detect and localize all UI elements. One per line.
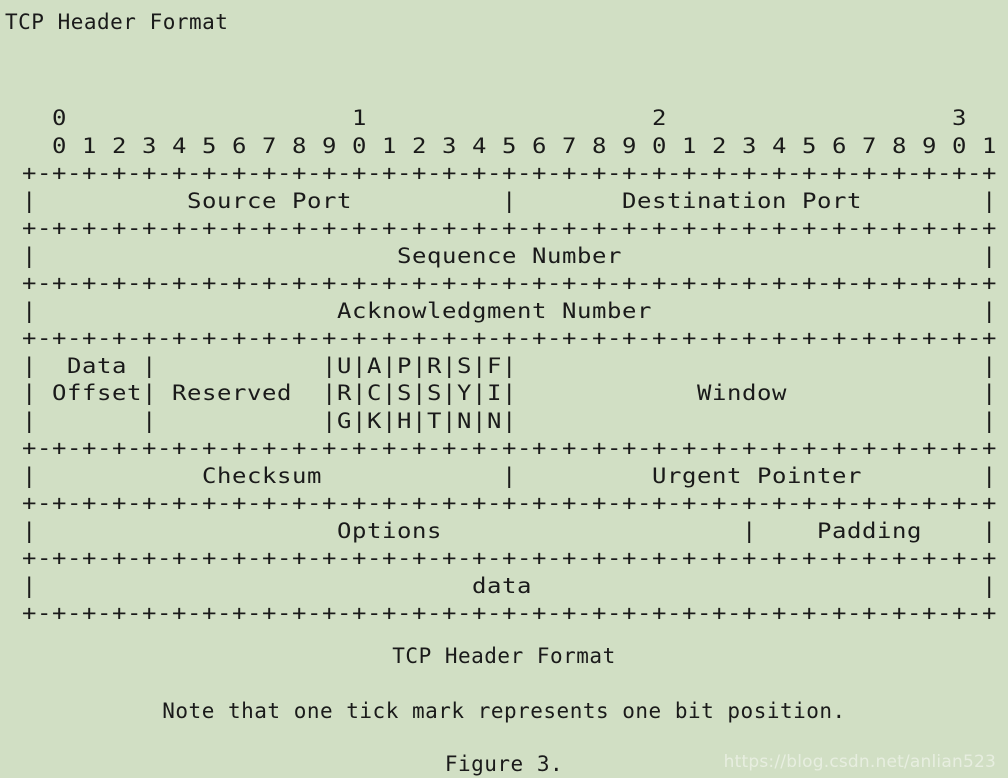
ascii-line: | Offset| Reserved |R|C|S|S|Y|I| Window … (22, 381, 998, 405)
tcp-header-ascii-diagram: 0 1 2 3 0 1 2 3 4 5 6 7 8 9 0 1 2 3 4 5 … (22, 105, 997, 628)
tcp-header-figure: TCP Header Format 0 1 2 3 0 1 2 3 4 5 6 … (0, 0, 1008, 778)
ascii-line: +-+-+-+-+-+-+-+-+-+-+-+-+-+-+-+-+-+-+-+-… (22, 271, 998, 295)
ascii-line: +-+-+-+-+-+-+-+-+-+-+-+-+-+-+-+-+-+-+-+-… (22, 491, 998, 515)
ascii-line: +-+-+-+-+-+-+-+-+-+-+-+-+-+-+-+-+-+-+-+-… (22, 546, 998, 570)
ascii-line: | data | (22, 573, 998, 598)
ascii-line: 0 1 2 3 (22, 106, 967, 130)
ascii-line: 0 1 2 3 4 5 6 7 8 9 0 1 2 3 4 5 6 7 8 9 … (22, 133, 998, 158)
ascii-line: | Options | Padding | (22, 518, 998, 543)
figure-title-caption: TCP Header Format (392, 644, 616, 668)
ascii-line: +-+-+-+-+-+-+-+-+-+-+-+-+-+-+-+-+-+-+-+-… (22, 601, 998, 625)
watermark-text: https://blog.csdn.net/anlian523 (723, 752, 996, 772)
ascii-line: | Acknowledgment Number | (22, 298, 998, 323)
ascii-line: | | |G|K|H|T|N|N| | (22, 408, 998, 433)
ascii-line: | Data | |U|A|P|R|S|F| | (22, 353, 998, 378)
figure-note-caption: Note that one tick mark represents one b… (162, 699, 846, 723)
ascii-line: +-+-+-+-+-+-+-+-+-+-+-+-+-+-+-+-+-+-+-+-… (22, 326, 998, 350)
ascii-line: | Sequence Number | (22, 243, 998, 268)
ascii-line: +-+-+-+-+-+-+-+-+-+-+-+-+-+-+-+-+-+-+-+-… (22, 161, 998, 185)
ascii-line: | Checksum | Urgent Pointer | (22, 463, 998, 488)
ascii-line: +-+-+-+-+-+-+-+-+-+-+-+-+-+-+-+-+-+-+-+-… (22, 436, 998, 460)
ascii-line: +-+-+-+-+-+-+-+-+-+-+-+-+-+-+-+-+-+-+-+-… (22, 216, 998, 240)
page-title: TCP Header Format (5, 10, 229, 34)
ascii-line: | Source Port | Destination Port | (22, 188, 998, 213)
